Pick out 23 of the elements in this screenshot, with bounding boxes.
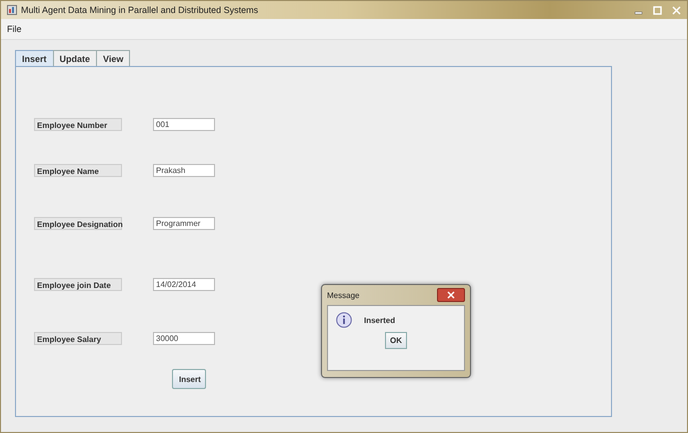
input-field[interactable]: 30000 <box>153 332 215 344</box>
input-field[interactable]: Programmer <box>153 216 215 230</box>
insert-button[interactable]: Insert <box>172 369 206 389</box>
input-field[interactable]: 001 <box>153 118 215 130</box>
input-field[interactable]: Prakash <box>153 164 215 176</box>
tab[interactable]: View <box>96 50 130 66</box>
app-icon <box>7 5 17 15</box>
dialog-title: Message <box>327 290 360 300</box>
window-title: Multi Agent Data Mining in Parallel and Distributed Systems <box>21 5 258 15</box>
field-label: Employee Designation <box>34 216 122 230</box>
tab[interactable]: Insert <box>15 50 54 66</box>
dialog-message: Inserted <box>364 316 396 324</box>
field-label: Employee Name <box>34 164 122 176</box>
field-label: Employee Number <box>34 118 122 130</box>
input-field[interactable]: 14/02/2014 <box>153 278 215 290</box>
maximize-icon[interactable] <box>653 6 662 14</box>
field-label: Employee join Date <box>34 278 122 290</box>
menu-item[interactable]: File <box>5 22 24 36</box>
field-label: Employee Salary <box>34 332 122 344</box>
close-icon[interactable] <box>437 288 465 302</box>
info-icon <box>336 312 352 328</box>
tab[interactable]: Update <box>52 50 98 66</box>
ok-button[interactable]: OK <box>385 332 407 349</box>
